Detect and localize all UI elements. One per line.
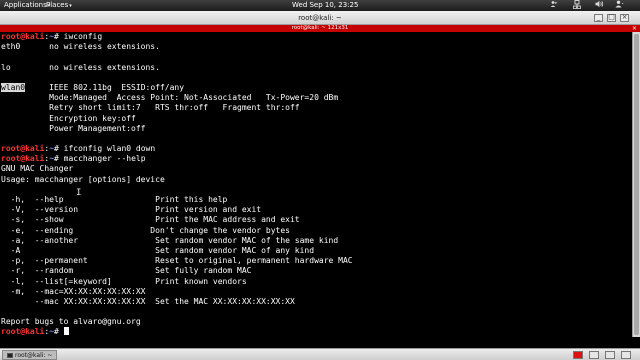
output-line: Usage: macchanger [options] device xyxy=(1,174,165,184)
minimize-button[interactable]: _ xyxy=(594,13,603,22)
scrollbar-thumb[interactable] xyxy=(634,34,639,335)
workspace-1[interactable] xyxy=(573,351,583,359)
mouse-text-cursor-icon: I xyxy=(76,188,82,198)
output-line: wlan0 IEEE 802.11bg ESSID:off/any xyxy=(0,82,632,93)
command-text: macchanger --help xyxy=(58,154,146,164)
window-title: root@kali: ~ xyxy=(298,14,342,22)
top-panel: Applications▾ Places▾ Wed Sep 10, 23:25 xyxy=(0,0,640,11)
close-icon: × xyxy=(621,13,628,21)
output-line: -A Set random vendor MAC of any kind xyxy=(1,245,315,255)
output-line: lo no wireless extensions. xyxy=(1,62,160,72)
prompt-line: root@kali:~# iwconfig xyxy=(0,32,632,42)
output-line: Encryption key:off xyxy=(1,113,136,123)
window-titlebar[interactable]: root@kali: ~ _ □ × xyxy=(0,11,640,25)
output-line: -l, --list[=keyword] Print known vendors xyxy=(1,276,247,286)
output-line: Retry short limit:7 RTS thr:off Fragment… xyxy=(1,103,300,113)
output-line: --mac XX:XX:XX:XX:XX:XX Set the MAC XX:X… xyxy=(1,296,295,306)
tab-title: root@kali: ~ 121x31 xyxy=(291,25,349,31)
workspace-4[interactable] xyxy=(621,351,631,359)
terminal-output[interactable]: root@kali:~# iwconfig eth0 no wireless ex… xyxy=(0,32,632,337)
prompt-line: root@kali:~# xyxy=(0,327,632,337)
people-icon[interactable] xyxy=(550,0,558,11)
prompt-line: root@kali:~# macchanger --help xyxy=(0,154,632,164)
taskbar-window-button[interactable]: root@kali: ~ xyxy=(2,350,58,360)
prompt-user: root@kali xyxy=(1,327,45,337)
selected-interface-name[interactable]: wlan0 xyxy=(1,82,26,92)
terminal-tab[interactable]: root@kali: ~ 121x31 × xyxy=(0,25,640,32)
output-line: -h, --help Print this help xyxy=(1,195,228,204)
user-menu-icon[interactable] xyxy=(615,0,624,11)
chevron-down-icon: ▾ xyxy=(69,3,72,9)
maximize-button[interactable]: □ xyxy=(607,13,616,22)
output-line: -p, --permanent Reset to original, perma… xyxy=(1,256,353,266)
taskbar-window-label: root@kali: ~ xyxy=(15,352,53,359)
output-line: -s, --show Print the MAC address and exi… xyxy=(1,215,300,225)
terminal-scrollbar[interactable] xyxy=(632,32,640,337)
tab-close-icon[interactable]: × xyxy=(632,25,637,32)
clock[interactable]: Wed Sep 10, 23:25 xyxy=(292,0,358,11)
prompt-user: root@kali xyxy=(1,144,45,154)
bottom-taskbar: root@kali: ~ xyxy=(0,348,640,360)
workspace-2[interactable] xyxy=(589,351,599,359)
workspace-3[interactable] xyxy=(605,351,615,359)
output-line: -m, --mac=XX:XX:XX:XX:XX:XX xyxy=(1,286,146,296)
terminal-cursor xyxy=(63,327,69,336)
terminal-app-icon xyxy=(7,353,13,358)
applications-menu-label: Applications xyxy=(4,1,47,9)
prompt-user: root@kali xyxy=(1,154,45,164)
close-button[interactable]: × xyxy=(620,13,629,22)
output-line: -V, --version Print version and exit xyxy=(1,205,262,215)
output-line: Mode:Managed Access Point: Not-Associate… xyxy=(1,93,339,103)
output-line: -a, --another Set random vendor MAC of t… xyxy=(1,235,339,245)
output-line: -r, --random Set fully random MAC xyxy=(1,266,252,276)
command-text: iwconfig xyxy=(58,32,103,41)
volume-icon[interactable] xyxy=(595,0,604,11)
prompt-user: root@kali xyxy=(1,32,45,41)
maximize-icon: □ xyxy=(608,13,615,21)
output-line: GNU MAC Changer xyxy=(1,164,74,174)
prompt-line: root@kali:~# ifconfig wlan0 down xyxy=(0,144,632,154)
output-text: IEEE 802.11bg ESSID:off/any xyxy=(25,82,185,92)
output-line: Power Management:off xyxy=(1,123,146,133)
output-line: -e, --ending Don't change the vendor byt… xyxy=(1,225,290,235)
places-menu-label: Places xyxy=(46,1,69,9)
command-text: ifconfig wlan0 down xyxy=(58,144,156,154)
minimize-icon: _ xyxy=(596,13,601,21)
output-line: eth0 no wireless extensions. xyxy=(1,42,160,52)
output-line: Report bugs to alvaro@gnu.org xyxy=(1,317,141,327)
